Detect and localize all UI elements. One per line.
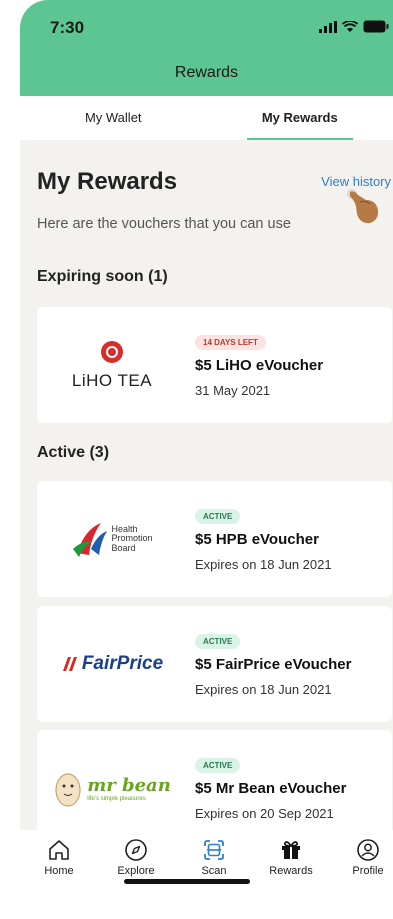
status-icons	[319, 20, 389, 33]
mrbean-brand-text: mr bean	[87, 774, 171, 796]
fairprice-brand-text: FairPrice	[81, 653, 164, 674]
scan-icon	[204, 840, 224, 860]
nav-home-label: Home	[44, 865, 74, 877]
wifi-icon	[342, 20, 358, 32]
tab-my-rewards[interactable]: My Rewards	[207, 96, 393, 140]
nav-scan[interactable]: Scan	[179, 838, 249, 877]
app-header: 7:30 Rewards	[20, 0, 393, 96]
hpb-logo: Health Promotion Board	[37, 481, 187, 597]
fairprice-logo: FairPrice	[37, 606, 187, 722]
voucher-card-liho[interactable]: LiHO TEA 14 DAYS LEFT $5 LiHO eVoucher 3…	[37, 307, 392, 423]
active-badge: ACTIVE	[195, 509, 241, 524]
liho-brand-text: LiHO TEA	[71, 370, 153, 390]
rewards-content: My Rewards View history Here are the vou…	[20, 140, 393, 830]
voucher-name: $5 HPB eVoucher	[195, 531, 319, 548]
voucher-date: Expires on 18 Jun 2021	[195, 682, 332, 697]
header-title: Rewards	[174, 64, 239, 81]
mrbean-logo: mr bean life's simple pleasures	[37, 730, 187, 830]
page-subtitle: Here are the vouchers that you can use	[37, 216, 291, 232]
voucher-date: Expires on 20 Sep 2021	[195, 806, 334, 821]
status-time: 7:30	[50, 18, 85, 37]
mrbean-character-icon	[55, 773, 81, 807]
nav-home[interactable]: Home	[24, 838, 94, 877]
nav-rewards-label: Rewards	[269, 865, 313, 877]
active-badge: ACTIVE	[195, 758, 241, 773]
voucher-card-hpb[interactable]: Health Promotion Board ACTIVE $5 HPB eVo…	[37, 481, 392, 597]
tab-bar: My Wallet My Rewards	[20, 96, 393, 140]
voucher-date: Expires on 18 Jun 2021	[195, 557, 332, 572]
bottom-nav: Home Explore Scan Rewards Profile	[20, 830, 393, 919]
compass-icon	[125, 839, 147, 861]
nav-scan-label: Scan	[201, 865, 227, 877]
nav-profile-label: Profile	[352, 865, 384, 877]
liho-lion-icon	[101, 340, 123, 363]
signal-icon	[319, 20, 337, 33]
nav-explore-label: Explore	[117, 865, 155, 877]
voucher-card-fairprice[interactable]: FairPrice ACTIVE $5 FairPrice eVoucher E…	[37, 606, 392, 722]
days-left-badge: 14 DAYS LEFT	[195, 335, 266, 350]
voucher-name: $5 LiHO eVoucher	[195, 357, 324, 374]
battery-icon	[363, 20, 389, 33]
nav-explore[interactable]: Explore	[101, 838, 171, 877]
hpb-brand-line3: Board	[111, 542, 136, 553]
phone-screen: 7:30 Rewards My Wallet My Rewards My Rew…	[20, 0, 393, 919]
voucher-name: $5 FairPrice eVoucher	[195, 656, 352, 673]
nav-rewards[interactable]: Rewards	[256, 838, 326, 877]
profile-icon	[357, 839, 379, 861]
tap-hand-icon	[347, 189, 379, 224]
page-title: My Rewards	[37, 168, 178, 195]
expiring-section-title: Expiring soon (1)	[37, 268, 168, 285]
home-indicator	[124, 879, 250, 884]
nav-profile[interactable]: Profile	[333, 838, 393, 877]
active-badge: ACTIVE	[195, 634, 241, 649]
voucher-card-mrbean[interactable]: mr bean life's simple pleasures ACTIVE $…	[37, 730, 392, 830]
voucher-date: 31 May 2021	[195, 383, 271, 398]
fairprice-mark-icon	[62, 657, 77, 671]
active-section-title: Active (3)	[37, 444, 110, 461]
liho-logo: LiHO TEA	[37, 307, 187, 423]
mrbean-tagline: life's simple pleasures	[87, 795, 146, 802]
tab-my-wallet[interactable]: My Wallet	[20, 96, 207, 140]
home-icon	[49, 840, 69, 860]
voucher-name: $5 Mr Bean eVoucher	[195, 780, 347, 797]
hpb-swoosh-icon	[73, 523, 108, 557]
gift-icon	[282, 841, 300, 859]
